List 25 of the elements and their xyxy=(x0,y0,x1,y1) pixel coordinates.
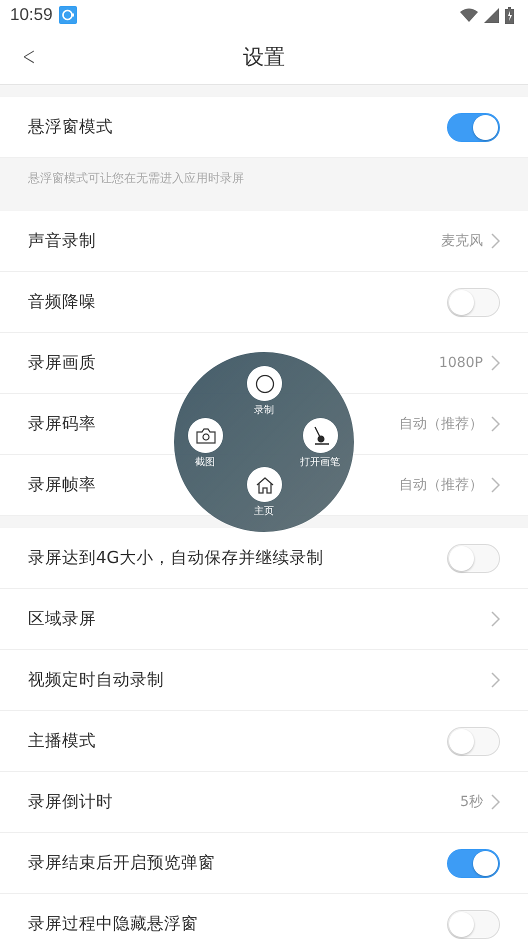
menu-label: 截图 xyxy=(195,456,215,469)
menu-label: 打开画笔 xyxy=(300,456,340,469)
setting-value: 自动（推荐） xyxy=(399,415,483,433)
setting-label: 录屏结束后开启预览弹窗 xyxy=(28,852,215,874)
setting-label: 区域录屏 xyxy=(28,608,96,630)
setting-value: 1080P xyxy=(438,355,483,371)
setting-label: 录屏过程中隐藏悬浮窗 xyxy=(28,913,198,935)
setting-label: 音频降噪 xyxy=(28,291,96,313)
menu-label: 录制 xyxy=(254,404,274,417)
page-title: 设置 xyxy=(243,44,285,71)
menu-label: 主页 xyxy=(254,504,274,518)
setting-label: 录屏帧率 xyxy=(28,474,96,496)
setting-label: 视频定时自动录制 xyxy=(28,669,164,691)
setting-label: 录屏达到4G大小，自动保存并继续录制 xyxy=(28,547,324,569)
hint-text: 悬浮窗模式可让您在无需进入应用时录屏 xyxy=(27,170,245,187)
setting-label: 录屏画质 xyxy=(28,352,96,374)
setting-value: 自动（推荐） xyxy=(399,476,483,494)
setting-label: 悬浮窗模式 xyxy=(28,116,113,138)
setting-label: 声音录制 xyxy=(28,230,96,252)
setting-label: 主播模式 xyxy=(28,730,96,752)
setting-label: 录屏码率 xyxy=(28,413,96,435)
status-time: 10:59 xyxy=(10,5,53,25)
setting-value: 麦克风 xyxy=(441,232,483,250)
setting-label: 录屏倒计时 xyxy=(28,791,113,813)
setting-value: 5秒 xyxy=(460,793,483,811)
